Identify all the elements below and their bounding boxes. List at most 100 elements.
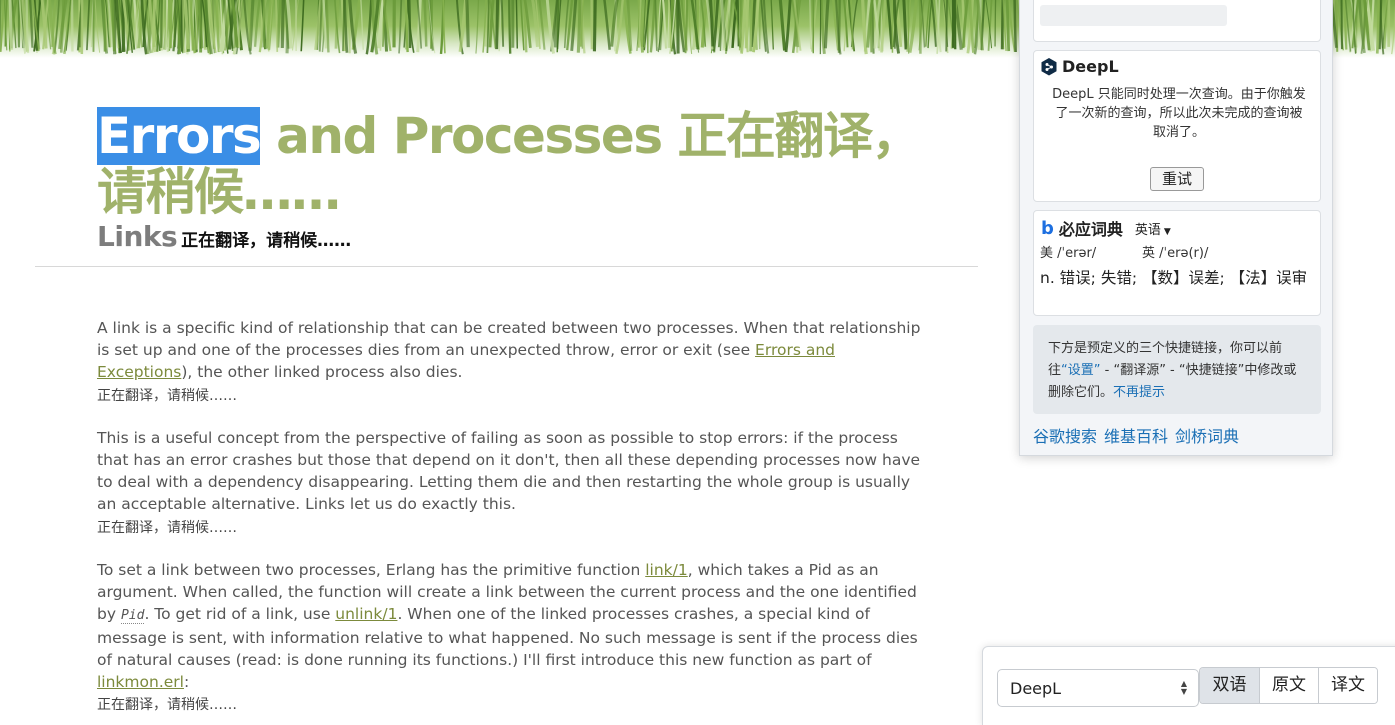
grass-blade bbox=[861, 0, 868, 55]
grass-blade bbox=[398, 0, 403, 54]
us-label: 美 bbox=[1040, 246, 1054, 261]
google-search-link[interactable]: 谷歌搜索 bbox=[1033, 423, 1097, 447]
grass-blade bbox=[360, 0, 364, 50]
grass-blade bbox=[495, 0, 500, 50]
grass-blade bbox=[519, 0, 525, 51]
deepl-header: DeepL bbox=[1041, 57, 1119, 76]
caret-down-icon: ▼ bbox=[1163, 226, 1171, 237]
grass-blade bbox=[930, 0, 937, 47]
language-dropdown[interactable]: 英语 ▼ bbox=[1135, 219, 1171, 238]
grass-blade bbox=[276, 0, 282, 48]
grass-blade bbox=[662, 0, 668, 49]
grass-blade bbox=[1340, 0, 1343, 50]
uk-label: 英 bbox=[1142, 246, 1156, 261]
grass-blade bbox=[603, 0, 611, 50]
deepl-logo-icon bbox=[1041, 57, 1057, 75]
uk-phonetic[interactable]: 英 /ˈerə(r)/ bbox=[1142, 242, 1208, 261]
page-title: Errors and Processes 正在翻译，请稍候…… bbox=[97, 107, 957, 220]
loading-placeholder bbox=[1040, 5, 1227, 26]
paragraph-text: ), the other linked process also dies. bbox=[181, 363, 463, 381]
grass-blade bbox=[576, 0, 582, 53]
mode-bilingual-button[interactable]: 双语 bbox=[1200, 668, 1259, 703]
grass-blade bbox=[508, 0, 512, 54]
grass-blade bbox=[823, 0, 830, 49]
grass-blade bbox=[1383, 0, 1388, 49]
grass-blade bbox=[59, 0, 65, 53]
grass-blade bbox=[1000, 0, 1005, 50]
grass-blade bbox=[500, 0, 505, 47]
grass-blade bbox=[894, 0, 897, 49]
grass-blade bbox=[275, 0, 279, 52]
deepl-card: DeepL DeepL 只能同时处理一次查询。由于你触发了一次新的查询，所以此次… bbox=[1033, 50, 1321, 202]
settings-link[interactable]: “设置” bbox=[1061, 363, 1100, 378]
grass-blade bbox=[515, 0, 518, 49]
grass-blade bbox=[94, 0, 101, 53]
divider bbox=[35, 266, 978, 267]
section-heading-text: Links bbox=[97, 220, 178, 253]
grass-blade bbox=[688, 0, 693, 55]
dismiss-tip-link[interactable]: 不再提示 bbox=[1113, 385, 1165, 400]
grass-blade bbox=[649, 0, 656, 53]
grass-blade bbox=[465, 0, 470, 48]
grass-blade bbox=[325, 0, 330, 53]
select-arrows-icon: ▲ ▼ bbox=[1180, 679, 1187, 696]
bing-logo-icon: b bbox=[1041, 217, 1054, 239]
grass-blade bbox=[615, 0, 624, 55]
grass-blade bbox=[654, 0, 658, 51]
section-heading: Links 正在翻译，请稍候…… bbox=[97, 220, 351, 253]
grass-blade bbox=[902, 0, 908, 50]
translate-toolbar: DeepL ▲ ▼ 双语 原文 译文 bbox=[982, 646, 1395, 725]
grass-blade bbox=[945, 0, 949, 52]
link-1-link[interactable]: link/1 bbox=[645, 561, 688, 579]
retry-button[interactable]: 重试 bbox=[1150, 167, 1204, 191]
mode-translation-button[interactable]: 译文 bbox=[1318, 668, 1377, 703]
grass-blade bbox=[181, 0, 186, 53]
grass-blade bbox=[819, 0, 826, 55]
language-label: 英语 bbox=[1134, 222, 1161, 238]
deepl-title: DeepL bbox=[1062, 57, 1119, 76]
grass-blade bbox=[262, 0, 266, 48]
grass-blade bbox=[809, 0, 812, 50]
grass-blade bbox=[592, 0, 597, 52]
grass-blade bbox=[86, 0, 91, 51]
selected-word[interactable]: Errors bbox=[97, 107, 262, 165]
paragraph-1: A link is a specific kind of relationshi… bbox=[97, 317, 927, 383]
unlink-1-link[interactable]: unlink/1 bbox=[335, 605, 397, 623]
grass-blade bbox=[498, 0, 502, 52]
grass-blade bbox=[253, 0, 261, 47]
paragraph-3: To set a link between two processes, Erl… bbox=[97, 559, 927, 693]
grass-blade bbox=[423, 0, 428, 47]
paragraph-3-translation: 正在翻译，请稍候…… bbox=[97, 697, 237, 713]
grass-blade bbox=[908, 0, 918, 53]
us-phonetic[interactable]: 美 /ˈerər/ bbox=[1040, 242, 1096, 261]
grass-blade bbox=[458, 0, 468, 53]
engine-select[interactable]: DeepL ▲ ▼ bbox=[997, 669, 1199, 707]
definition: n. 错误; 失错; 【数】误差; 【法】误审 bbox=[1040, 269, 1308, 287]
paragraph-2: This is a useful concept from the perspe… bbox=[97, 429, 921, 513]
wikipedia-link[interactable]: 维基百科 bbox=[1104, 423, 1168, 447]
grass-blade bbox=[1375, 0, 1381, 54]
grass-blade bbox=[1013, 0, 1017, 53]
mode-original-button[interactable]: 原文 bbox=[1259, 668, 1318, 703]
bing-dictionary-card: b 必应词典 英语 ▼ 美 /ˈerər/ 英 /ˈerə(r)/ n. 错误; … bbox=[1033, 210, 1321, 316]
display-mode-toggle: 双语 原文 译文 bbox=[1199, 667, 1378, 704]
pid-code: Pid bbox=[120, 608, 145, 624]
loading-card bbox=[1033, 0, 1321, 42]
linkmon-erl-link[interactable]: linkmon.erl bbox=[97, 673, 184, 691]
paragraph-text: . To get rid of a link, use bbox=[144, 605, 336, 623]
grass-blade bbox=[886, 0, 894, 50]
grass-blade bbox=[1005, 0, 1011, 52]
grass-blade bbox=[784, 0, 792, 53]
translation-popup: DeepL DeepL 只能同时处理一次查询。由于你触发了一次新的查询，所以此次… bbox=[1019, 0, 1333, 456]
section-heading-translation: 正在翻译，请稍候…… bbox=[181, 231, 352, 251]
paragraph-2-translation: 正在翻译，请稍候…… bbox=[97, 520, 237, 536]
deepl-message: DeepL 只能同时处理一次查询。由于你触发了一次新的查询，所以此次未完成的查询… bbox=[1052, 87, 1306, 140]
grass-blade bbox=[300, 0, 305, 52]
grass-blade bbox=[475, 0, 480, 54]
cambridge-dictionary-link[interactable]: 剑桥词典 bbox=[1175, 423, 1239, 447]
grass-blade bbox=[169, 0, 173, 49]
paragraph-text: : bbox=[183, 673, 190, 691]
quick-links-tip: 下方是预定义的三个快捷链接，你可以前往“设置” - “翻译源” - “快捷链接”… bbox=[1033, 325, 1321, 414]
grass-blade bbox=[545, 0, 556, 54]
paragraph-text: To set a link between two processes, Erl… bbox=[97, 561, 646, 579]
